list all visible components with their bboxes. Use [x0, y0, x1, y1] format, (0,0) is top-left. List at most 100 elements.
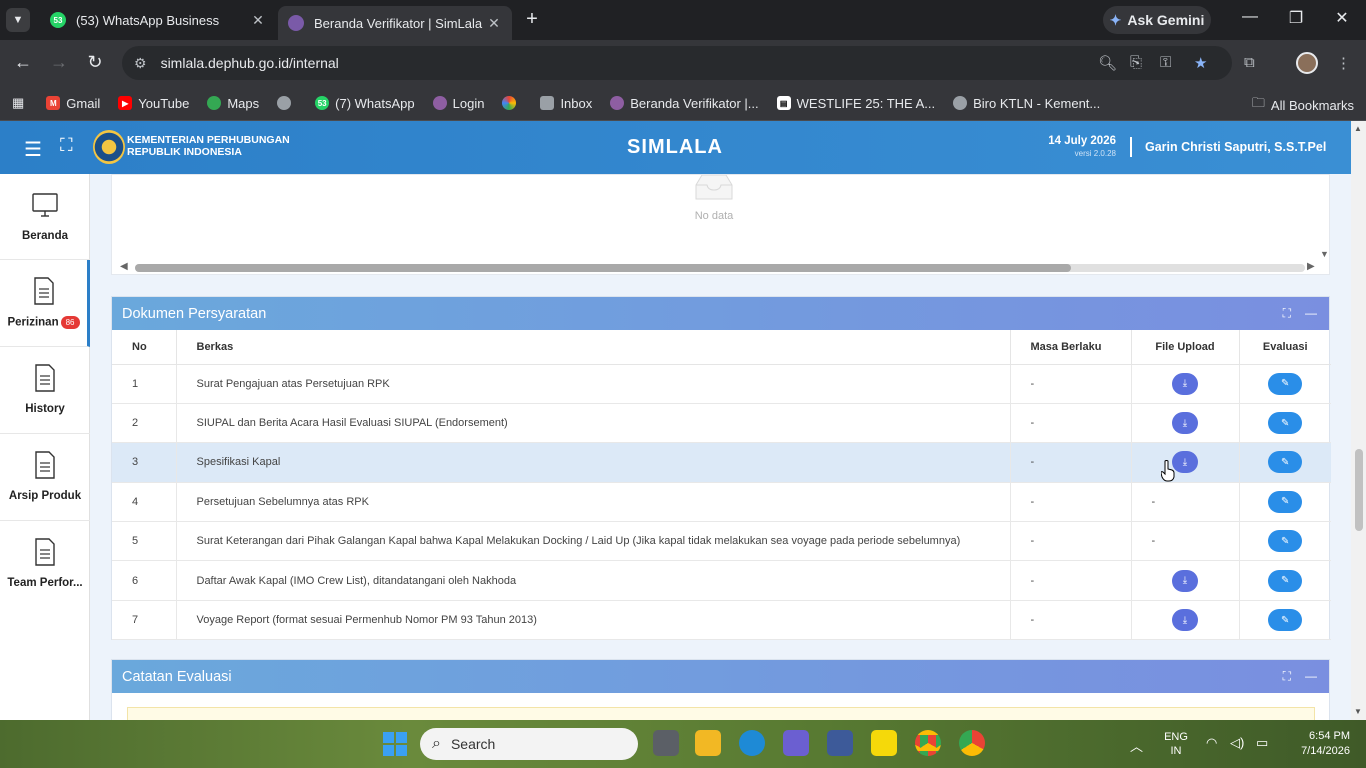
edit-evaluation-button[interactable]: ✎	[1268, 530, 1303, 553]
restore-icon[interactable]: ❐	[1284, 8, 1308, 28]
language-indicator[interactable]: ENG IN	[1164, 730, 1188, 758]
site-info-icon[interactable]: ⚙	[134, 55, 147, 72]
sidebar-item-arsip-produk[interactable]: Arsip Produk	[0, 434, 90, 521]
scrollbar-thumb[interactable]	[1355, 449, 1363, 531]
edit-evaluation-button[interactable]: ✎	[1268, 451, 1303, 474]
column-header-no: No	[112, 330, 177, 365]
table-scroll-down-icon[interactable]: ▼	[1320, 249, 1329, 259]
page-scrollbar[interactable]: ▲ ▼	[1351, 121, 1366, 720]
main-content: No data ▼ ◀ ▶ Dokumen Persyaratan ⛶ — No	[90, 174, 1351, 720]
scroll-right-icon[interactable]: ▶	[1307, 261, 1315, 272]
edit-evaluation-button[interactable]: ✎	[1268, 569, 1303, 592]
expand-icon[interactable]: ⛶	[1283, 306, 1291, 321]
chrome-profile-icon[interactable]	[959, 730, 985, 756]
menu-icon[interactable]: ⋮	[1336, 54, 1351, 72]
new-tab-button[interactable]: +	[520, 8, 544, 32]
bookmark-youtube[interactable]: ▶ YouTube	[118, 96, 189, 111]
edge-icon[interactable]	[739, 730, 765, 756]
tab-search-button[interactable]: ▼	[6, 8, 30, 32]
tab-simlala[interactable]: Beranda Verifikator | SimLala ✕	[278, 6, 512, 40]
bookmark-photos[interactable]	[502, 96, 522, 110]
edit-evaluation-button[interactable]: ✎	[1268, 372, 1303, 395]
browser-tab-strip: ▼ 53 (53) WhatsApp Business ✕ Beranda Ve…	[0, 0, 1366, 40]
document-icon	[35, 451, 55, 479]
bookmark-beranda-verifikator[interactable]: Beranda Verifikator |...	[610, 96, 759, 111]
bookmark-maps[interactable]: Maps	[207, 96, 259, 111]
download-button[interactable]: ⤓	[1172, 451, 1198, 474]
bookmark-westlife[interactable]: ▤ WESTLIFE 25: THE A...	[776, 96, 935, 111]
camera-icon[interactable]	[827, 730, 853, 756]
back-icon[interactable]: ←	[12, 52, 34, 73]
bookmark-inbox[interactable]: Inbox	[540, 96, 592, 111]
app-icon[interactable]	[783, 730, 809, 756]
install-app-icon[interactable]: ⎘	[1130, 54, 1142, 71]
download-icon: ⤓	[1182, 614, 1188, 626]
inbox-icon	[540, 96, 555, 110]
bookmark-login[interactable]: Login	[432, 96, 484, 111]
minimize-icon[interactable]: —	[1238, 8, 1262, 26]
download-button[interactable]: ⤓	[1172, 609, 1198, 632]
sidebar-item-team-performance[interactable]: Team Perfor...	[0, 521, 90, 608]
volume-icon[interactable]: ◁)	[1230, 735, 1244, 751]
user-name[interactable]: Garin Christi Saputri, S.S.T.Pel	[1145, 140, 1326, 154]
apps-grid-icon[interactable]: ▦	[12, 95, 24, 111]
forward-icon[interactable]: →	[48, 52, 70, 73]
password-key-icon[interactable]: ⚿	[1160, 54, 1171, 71]
close-tab-icon[interactable]: ✕	[250, 12, 266, 29]
collapse-icon[interactable]: —	[1305, 306, 1317, 321]
fullscreen-icon[interactable]: ⛶	[60, 135, 73, 156]
edit-evaluation-button[interactable]: ✎	[1268, 412, 1303, 435]
table-horizontal-scrollbar[interactable]: ◀ ▶	[117, 261, 1324, 275]
scrollbar-thumb[interactable]	[135, 264, 1071, 272]
close-window-icon[interactable]: ✕	[1330, 8, 1354, 28]
sidebar-item-beranda[interactable]: Beranda	[0, 174, 90, 260]
task-view-icon[interactable]	[653, 730, 679, 756]
document-icon	[33, 277, 54, 305]
ministry-logo	[93, 130, 125, 164]
reload-icon[interactable]: ↻	[84, 52, 106, 73]
scroll-down-icon[interactable]: ▼	[1354, 707, 1362, 716]
collapse-icon[interactable]: —	[1305, 669, 1317, 684]
gemini-icon: ✦	[1109, 11, 1122, 28]
edit-icon: ✎	[1281, 614, 1290, 626]
download-button[interactable]: ⤓	[1172, 412, 1198, 435]
file-explorer-icon[interactable]	[695, 730, 721, 756]
bookmark-gmail[interactable]: M Gmail	[46, 96, 100, 111]
profile-avatar[interactable]	[1296, 52, 1318, 74]
card-title: Dokumen Persyaratan	[122, 305, 267, 322]
document-icon	[35, 538, 55, 566]
sidebar-item-perizinan[interactable]: Perizinan 86	[0, 260, 90, 347]
zoom-icon[interactable]: 🔍︎	[1098, 54, 1117, 72]
close-tab-icon[interactable]: ✕	[486, 15, 502, 32]
ask-gemini-button[interactable]: ✦ Ask Gemini	[1103, 6, 1211, 34]
bookmark-star-icon[interactable]: ★	[1194, 54, 1207, 72]
tab-whatsapp[interactable]: 53 (53) WhatsApp Business ✕	[40, 4, 276, 36]
browser-toolbar: ← → ↻ ⚙ simlala.dephub.go.id/internal 🔍︎…	[0, 40, 1366, 86]
edit-evaluation-button[interactable]: ✎	[1268, 609, 1303, 632]
wifi-icon[interactable]: ◠	[1206, 735, 1217, 751]
all-bookmarks-button[interactable]: 🗀 All Bookmarks	[1252, 94, 1354, 116]
show-hidden-icons-icon[interactable]: ︿	[1130, 736, 1143, 755]
hamburger-menu-icon[interactable]: ☰	[24, 137, 42, 162]
edit-evaluation-button[interactable]: ✎	[1268, 490, 1303, 513]
system-clock[interactable]: 6:54 PM 7/14/2026	[1290, 729, 1350, 759]
download-button[interactable]: ⤓	[1172, 569, 1198, 592]
download-button[interactable]: ⤓	[1172, 372, 1198, 395]
table-row: 7 Voyage Report (format sesuai Permenhub…	[112, 600, 1331, 641]
sidebar-item-history[interactable]: History	[0, 347, 90, 434]
bookmark-biro-ktln[interactable]: Biro KTLN - Kement...	[953, 96, 1100, 111]
sticky-notes-icon[interactable]	[871, 730, 897, 756]
bookmark-whatsapp[interactable]: 53 (7) WhatsApp	[315, 96, 415, 111]
scroll-up-icon[interactable]: ▲	[1354, 124, 1362, 133]
bookmark-globe[interactable]	[277, 96, 297, 110]
battery-icon[interactable]: ▭	[1256, 735, 1268, 751]
taskbar-search[interactable]: ⌕ Search	[420, 728, 638, 760]
dokumen-persyaratan-card: Dokumen Persyaratan ⛶ — No Berkas Masa B…	[111, 296, 1331, 641]
chrome-icon[interactable]	[915, 730, 941, 756]
expand-icon[interactable]: ⛶	[1283, 669, 1291, 684]
extensions-icon[interactable]: ⧉	[1244, 54, 1255, 71]
scroll-left-icon[interactable]: ◀	[120, 261, 128, 272]
windows-start-icon[interactable]	[383, 732, 407, 756]
address-bar[interactable]: ⚙ simlala.dephub.go.id/internal	[122, 46, 1232, 80]
column-header-evaluasi: Evaluasi	[1239, 330, 1331, 365]
